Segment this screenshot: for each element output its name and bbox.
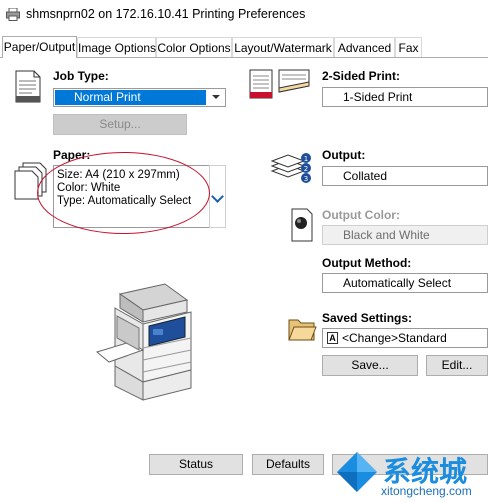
watermark-url: xitongcheng.com xyxy=(381,484,472,498)
printer-illustration xyxy=(95,283,192,401)
tab-advanced[interactable]: Advanced xyxy=(334,37,395,57)
chevron-down-icon xyxy=(207,89,225,106)
save-button[interactable]: Save... xyxy=(322,355,418,376)
job-document-icon xyxy=(15,70,41,103)
saved-settings-value: <Change>Standard xyxy=(342,331,447,345)
tab-color-options[interactable]: Color Options xyxy=(156,37,232,57)
watermark: 系统城 xitongcheng.com xyxy=(335,448,488,501)
tab-strip: Paper/Output Image Options Color Options… xyxy=(0,36,488,58)
svg-text:2: 2 xyxy=(304,165,308,173)
settings-a-icon: A xyxy=(327,332,338,344)
svg-text:3: 3 xyxy=(304,175,308,183)
tab-image-options[interactable]: Image Options xyxy=(77,37,156,57)
saved-settings-label: Saved Settings: xyxy=(322,311,413,325)
watermark-logo-icon xyxy=(337,452,377,492)
printer-icon xyxy=(6,8,20,21)
tab-layout-watermark[interactable]: Layout/Watermark xyxy=(232,37,334,57)
paper-dropdown-button[interactable] xyxy=(209,165,226,228)
output-color-field[interactable]: Black and White xyxy=(322,225,488,245)
setup-button[interactable]: Setup... xyxy=(53,114,187,135)
saved-settings-field[interactable]: A <Change>Standard xyxy=(322,328,488,348)
annotation-ellipse xyxy=(37,152,210,234)
output-method-label: Output Method: xyxy=(322,256,412,270)
status-button[interactable]: Status xyxy=(149,454,243,475)
two-sided-print-label: 2-Sided Print: xyxy=(322,69,401,83)
output-color-label: Output Color: xyxy=(322,208,400,222)
two-sided-print-field[interactable]: 1-Sided Print xyxy=(322,87,488,107)
window-title: shmsnprn02 on 172.16.10.41 Printing Pref… xyxy=(26,7,306,21)
two-sided-print-icon xyxy=(249,69,310,99)
job-type-label: Job Type: xyxy=(53,69,109,83)
output-label: Output: xyxy=(322,148,366,162)
job-type-dropdown[interactable]: Normal Print xyxy=(53,88,226,107)
tab-fax[interactable]: Fax xyxy=(395,37,422,57)
defaults-button[interactable]: Defaults xyxy=(252,454,324,475)
title-bar: shmsnprn02 on 172.16.10.41 Printing Pref… xyxy=(0,0,488,30)
output-color-icon xyxy=(291,208,313,242)
edit-button[interactable]: Edit... xyxy=(426,355,488,376)
output-field[interactable]: Collated xyxy=(322,166,488,186)
job-type-value: Normal Print xyxy=(55,90,206,105)
output-method-field[interactable]: Automatically Select xyxy=(322,273,488,293)
folder-icon xyxy=(288,319,317,341)
tab-paper-output[interactable]: Paper/Output xyxy=(2,36,77,58)
svg-text:1: 1 xyxy=(304,155,308,163)
collate-icon: 1 2 3 xyxy=(270,153,311,183)
